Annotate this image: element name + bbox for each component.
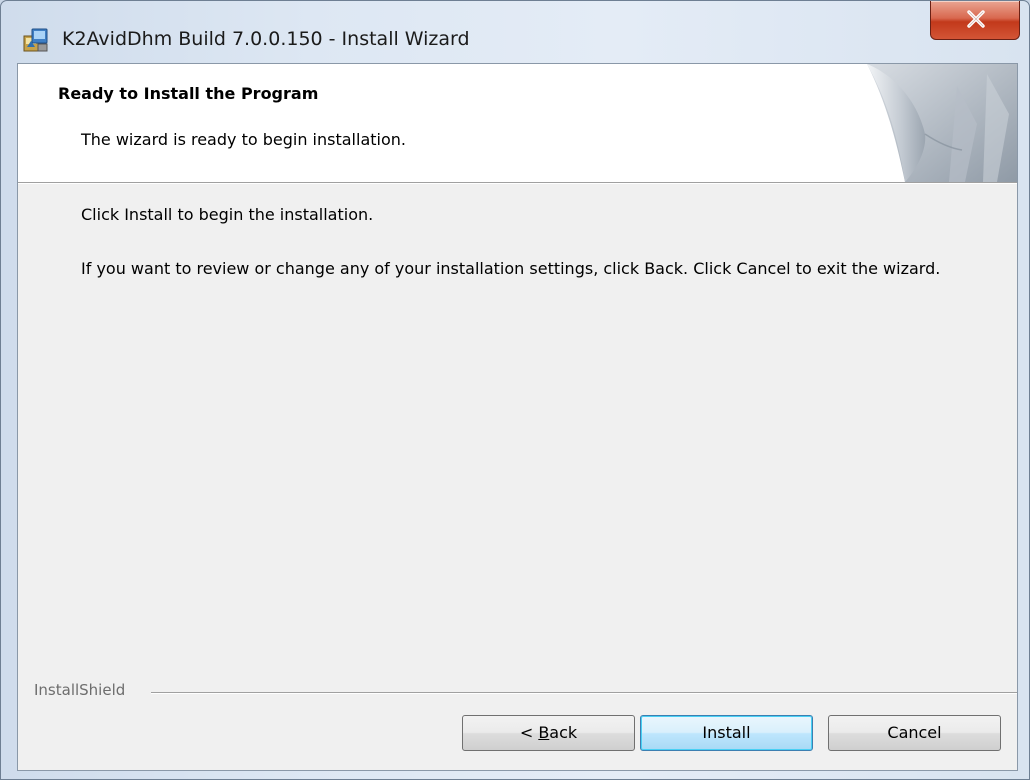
footer-divider <box>151 692 1017 694</box>
back-button-prefix: < <box>519 723 539 742</box>
back-button-label-rest: ack <box>549 723 578 742</box>
instruction-text: Click Install to begin the installation. <box>81 205 374 224</box>
page-subheading: The wizard is ready to begin installatio… <box>81 130 406 149</box>
page-heading: Ready to Install the Program <box>58 84 319 103</box>
wizard-header-banner: Ready to Install the Program The wizard … <box>18 64 1017 183</box>
banner-divider <box>18 183 1017 184</box>
installer-app-icon <box>22 27 50 53</box>
install-button[interactable]: Install <box>640 715 813 751</box>
banner-graphic-icon <box>867 64 1017 182</box>
back-button[interactable]: < Back <box>462 715 635 751</box>
review-settings-text: If you want to review or change any of y… <box>81 259 941 278</box>
installer-window: K2AvidDhm Build 7.0.0.150 - Install Wiza… <box>0 0 1030 780</box>
close-window-button[interactable] <box>930 1 1020 40</box>
cancel-button[interactable]: Cancel <box>828 715 1001 751</box>
window-title: K2AvidDhm Build 7.0.0.150 - Install Wiza… <box>62 28 470 50</box>
wizard-dialog: Ready to Install the Program The wizard … <box>17 63 1018 771</box>
back-button-accelerator: B <box>538 723 550 742</box>
close-icon <box>967 10 985 28</box>
installshield-brand-label: InstallShield <box>34 681 126 699</box>
title-bar[interactable]: K2AvidDhm Build 7.0.0.150 - Install Wiza… <box>1 1 1029 63</box>
